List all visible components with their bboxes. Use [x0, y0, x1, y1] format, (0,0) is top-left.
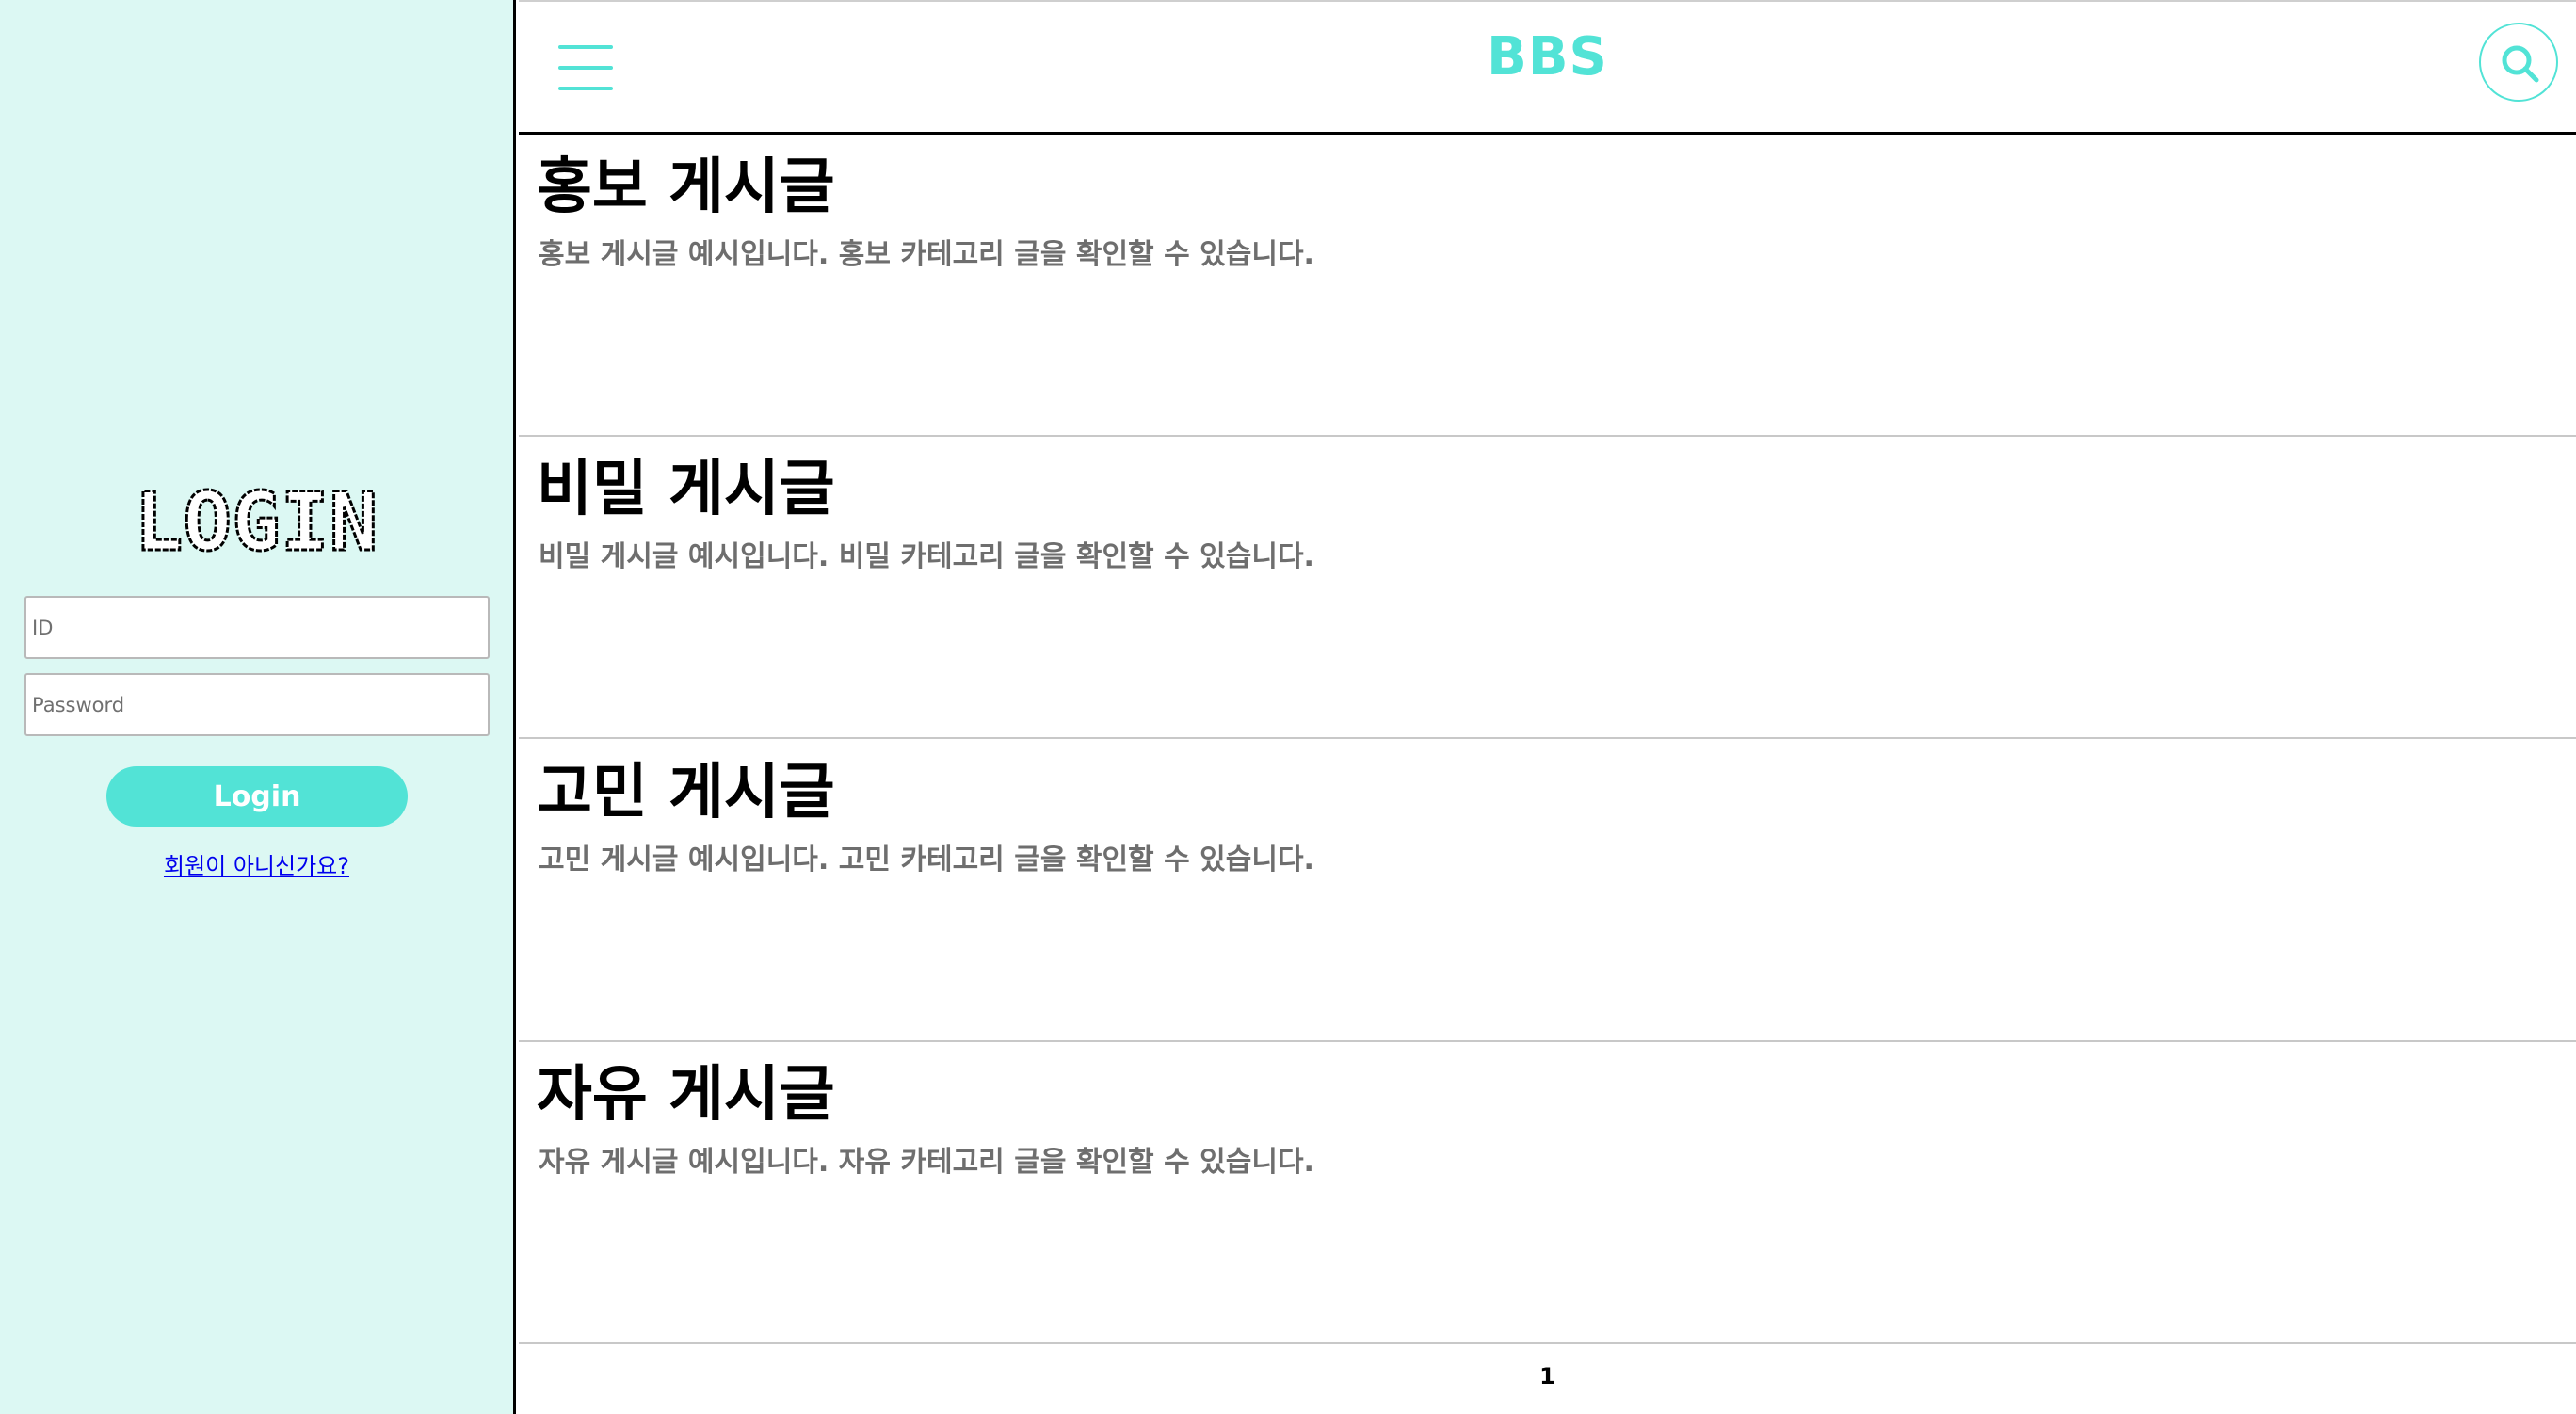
- post-description: 고민 게시글 예시입니다. 고민 카테고리 글을 확인할 수 있습니다.: [539, 844, 1314, 876]
- pagination: 1: [519, 1363, 2576, 1390]
- post-title: 비밀 게시글: [537, 455, 835, 524]
- post-title: 홍보 게시글: [537, 153, 835, 222]
- app-title: BBS: [1487, 26, 1608, 88]
- login-logo-text: LOGIN: [135, 482, 378, 567]
- post-item-worry[interactable]: 고민 게시글 고민 게시글 예시입니다. 고민 카테고리 글을 확인할 수 있습…: [519, 740, 2576, 1042]
- app: LOGIN Login 회원이 아니신가요? BBS 홍보 게시글 홍: [0, 0, 2576, 1414]
- post-description: 홍보 게시글 예시입니다. 홍보 카테고리 글을 확인할 수 있습니다.: [539, 238, 1314, 271]
- top-bar: BBS: [519, 0, 2576, 135]
- signup-link[interactable]: 회원이 아니신가요?: [0, 847, 513, 880]
- post-description: 자유 게시글 예시입니다. 자유 카테고리 글을 확인할 수 있습니다.: [539, 1146, 1314, 1179]
- search-icon: [2502, 45, 2539, 83]
- login-button[interactable]: Login: [106, 766, 408, 827]
- post-title: 자유 게시글: [537, 1060, 835, 1130]
- search-button[interactable]: [2479, 23, 2558, 102]
- post-item-free[interactable]: 자유 게시글 자유 게시글 예시입니다. 자유 카테고리 글을 확인할 수 있습…: [519, 1042, 2576, 1344]
- sidebar: LOGIN Login 회원이 아니신가요?: [0, 0, 516, 1414]
- post-description: 비밀 게시글 예시입니다. 비밀 카테고리 글을 확인할 수 있습니다.: [539, 540, 1314, 573]
- post-item-secret[interactable]: 비밀 게시글 비밀 게시글 예시입니다. 비밀 카테고리 글을 확인할 수 있습…: [519, 437, 2576, 739]
- post-title: 고민 게시글: [537, 758, 835, 828]
- page-number-current[interactable]: 1: [1539, 1363, 1555, 1390]
- login-logo: LOGIN: [133, 482, 379, 567]
- post-item-promotion[interactable]: 홍보 게시글 홍보 게시글 예시입니다. 홍보 카테고리 글을 확인할 수 있습…: [519, 135, 2576, 437]
- main-content: BBS 홍보 게시글 홍보 게시글 예시입니다. 홍보 카테고리 글을 확인할 …: [519, 0, 2576, 1414]
- password-input[interactable]: [24, 673, 490, 736]
- id-input[interactable]: [24, 596, 490, 659]
